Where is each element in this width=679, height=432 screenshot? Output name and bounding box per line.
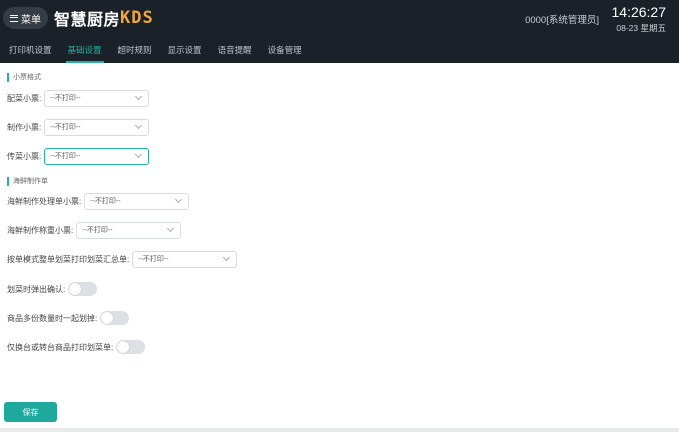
toggle-knob (117, 341, 130, 353)
field-row-prep-receipt: 配菜小票: --不打印-- (7, 89, 150, 107)
menu-icon (10, 14, 18, 22)
field-label: 按单模式整单划菜打印划菜汇总单: (7, 254, 130, 264)
bottom-divider (0, 428, 679, 432)
toggle-label: 商品多份数量时一起划掉: (7, 313, 98, 323)
field-label: 制作小票: (7, 122, 42, 132)
select-value: --不打印-- (82, 227, 113, 234)
save-button[interactable]: 保存 (4, 402, 57, 422)
app-title-cn: 智慧厨房 (54, 12, 121, 29)
select-value: --不打印-- (50, 95, 81, 102)
tab-voice-reminder[interactable]: 语音提醒 (210, 40, 260, 63)
section-title-seafood: 海鲜制作单 (7, 177, 48, 186)
summary-print-select[interactable]: --不打印-- (132, 250, 238, 268)
select-value: --不打印-- (90, 198, 121, 205)
seafood-weigh-select[interactable]: --不打印-- (76, 221, 182, 239)
app-title-en: KDS (120, 8, 154, 28)
toggle-knob (101, 312, 114, 324)
tab-timeout-rules[interactable]: 超时规则 (110, 40, 160, 63)
chevron-down-icon (167, 224, 175, 233)
toggle-row-table-change: 仅换台或转台商品打印划菜单: (7, 338, 146, 356)
seafood-process-select[interactable]: --不打印-- (84, 192, 190, 210)
select-value: --不打印-- (138, 256, 169, 263)
menu-label: 菜单 (21, 14, 41, 26)
app-logo: 智慧厨房 KDS (54, 7, 154, 29)
chevron-down-icon (175, 195, 183, 204)
field-row-make-receipt: 制作小票: --不打印-- (7, 118, 150, 136)
top-bar: 菜单 智慧厨房 KDS 0000[系统管理员] 14:26:27 08-23 星… (0, 0, 679, 63)
toggle-knob (69, 283, 82, 295)
prep-receipt-select[interactable]: --不打印-- (44, 89, 150, 107)
confirm-toggle[interactable] (68, 282, 98, 296)
field-row-seafood-weigh: 海鲜制作称重小票: --不打印-- (7, 221, 182, 239)
select-value: --不打印-- (50, 153, 81, 160)
toggle-label: 划菜时弹出确认: (7, 284, 66, 294)
table-change-toggle[interactable] (116, 340, 146, 354)
chevron-down-icon (135, 92, 143, 101)
tab-printer-settings[interactable]: 打印机设置 (0, 40, 60, 63)
chevron-down-icon (223, 253, 231, 262)
toggle-label: 仅换台或转台商品打印划菜单: (7, 342, 114, 352)
tab-display-settings[interactable]: 显示设置 (160, 40, 210, 63)
tab-device-management[interactable]: 设备管理 (260, 40, 310, 63)
clock-time: 14:26:27 (611, 4, 667, 20)
field-row-serve-receipt: 传菜小票: --不打印-- (7, 147, 150, 165)
multi-qty-toggle[interactable] (100, 311, 130, 325)
chevron-down-icon (135, 150, 143, 159)
field-label: 传菜小票: (7, 151, 42, 161)
field-row-summary-print: 按单模式整单划菜打印划菜汇总单: --不打印-- (7, 250, 238, 268)
section-title-receipt-format: 小票格式 (7, 73, 41, 82)
serve-receipt-select[interactable]: --不打印-- (44, 147, 150, 165)
toggle-row-confirm: 划菜时弹出确认: (7, 280, 98, 298)
field-row-seafood-process: 海鲜制作处理单小票: --不打印-- (7, 192, 190, 210)
tab-basic-settings[interactable]: 基础设置 (60, 40, 110, 63)
menu-button[interactable]: 菜单 (3, 7, 48, 29)
toggle-row-multi-qty: 商品多份数量时一起划掉: (7, 309, 130, 327)
field-label: 海鲜制作称重小票: (7, 225, 74, 235)
field-label: 海鲜制作处理单小票: (7, 196, 82, 206)
clock-date: 08-23 星期五 (616, 23, 666, 33)
chevron-down-icon (135, 121, 143, 130)
field-label: 配菜小票: (7, 93, 42, 103)
settings-tabs: 打印机设置 基础设置 超时规则 显示设置 语音提醒 设备管理 (0, 40, 310, 63)
make-receipt-select[interactable]: --不打印-- (44, 118, 150, 136)
select-value: --不打印-- (50, 124, 81, 131)
current-user: 0000[系统管理员] (525, 15, 599, 26)
